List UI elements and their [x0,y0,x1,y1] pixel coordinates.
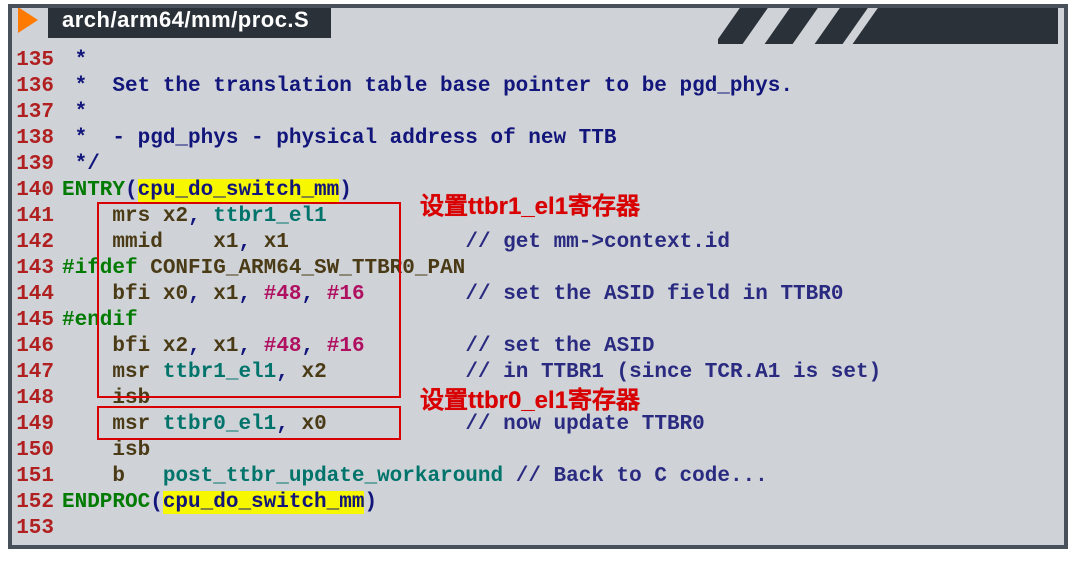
code-text: * [62,100,87,126]
code-line: 142 mmid x1, x1 // get mm->context.id [12,230,1064,256]
code-text: #endif [62,308,138,334]
code-text: mmid x1, x1 // get mm->context.id [62,230,730,256]
line-number: 152 [12,490,62,516]
line-number: 149 [12,412,62,438]
code-text: mrs x2, ttbr1_el1 [62,204,327,230]
code-line: 144 bfi x0, x1, #48, #16 // set the ASID… [12,282,1064,308]
code-text: isb [62,438,150,464]
line-number: 150 [12,438,62,464]
code-text: * [62,48,87,74]
code-line: 143 #ifdef CONFIG_ARM64_SW_TTBR0_PAN [12,256,1064,282]
code-text: msr ttbr0_el1, x0 // now update TTBR0 [62,412,705,438]
line-number: 151 [12,464,62,490]
code-line: 137 * [12,100,1064,126]
annotation-label-ttbr1: 设置ttbr1_el1寄存器 [420,186,640,221]
code-line: 146 bfi x2, x1, #48, #16 // set the ASID [12,334,1064,360]
code-line: 136 * Set the translation table base poi… [12,74,1064,100]
line-number: 144 [12,282,62,308]
code-text: #ifdef CONFIG_ARM64_SW_TTBR0_PAN [62,256,465,282]
panel-header: arch/arm64/mm/proc.S [8,4,1068,44]
line-number: 135 [12,48,62,74]
code-line: 149 msr ttbr0_el1, x0 // now update TTBR… [12,412,1064,438]
code-line: 139 */ [12,152,1064,178]
code-text: ENDPROC(cpu_do_switch_mm) [62,490,377,516]
code-line: 152 ENDPROC(cpu_do_switch_mm) [12,490,1064,516]
decorative-stripes [718,4,1058,46]
line-number: 147 [12,360,62,386]
code-line: 145 #endif [12,308,1064,334]
code-text: bfi x0, x1, #48, #16 // set the ASID fie… [62,282,843,308]
code-text: bfi x2, x1, #48, #16 // set the ASID [62,334,654,360]
line-number: 142 [12,230,62,256]
line-number: 139 [12,152,62,178]
code-line: 150 isb [12,438,1064,464]
line-number: 148 [12,386,62,412]
code-text: * Set the translation table base pointer… [62,74,793,100]
code-panel: arch/arm64/mm/proc.S 135 * 136 * Set the… [8,4,1068,549]
line-number: 137 [12,100,62,126]
line-number: 146 [12,334,62,360]
line-number: 138 [12,126,62,152]
slide-frame: arch/arm64/mm/proc.S 135 * 136 * Set the… [0,4,1080,563]
code-text: isb [62,386,150,412]
line-number: 153 [12,516,62,542]
code-text: * - pgd_phys - physical address of new T… [62,126,617,152]
code-text: */ [62,152,100,178]
code-line: 135 * [12,48,1064,74]
line-number: 140 [12,178,62,204]
line-number: 145 [12,308,62,334]
code-line: 151 b post_ttbr_update_workaround // Bac… [12,464,1064,490]
line-number: 143 [12,256,62,282]
line-number: 136 [12,74,62,100]
play-triangle-icon [18,7,38,33]
code-block: 135 * 136 * Set the translation table ba… [12,44,1064,545]
code-text: ENTRY(cpu_do_switch_mm) [62,178,352,204]
file-path-title: arch/arm64/mm/proc.S [48,4,331,38]
code-line: 138 * - pgd_phys - physical address of n… [12,126,1064,152]
line-number: 141 [12,204,62,230]
code-text: b post_ttbr_update_workaround // Back to… [62,464,768,490]
annotation-label-ttbr0: 设置ttbr0_el1寄存器 [420,380,640,415]
code-line: 153 [12,516,1064,542]
